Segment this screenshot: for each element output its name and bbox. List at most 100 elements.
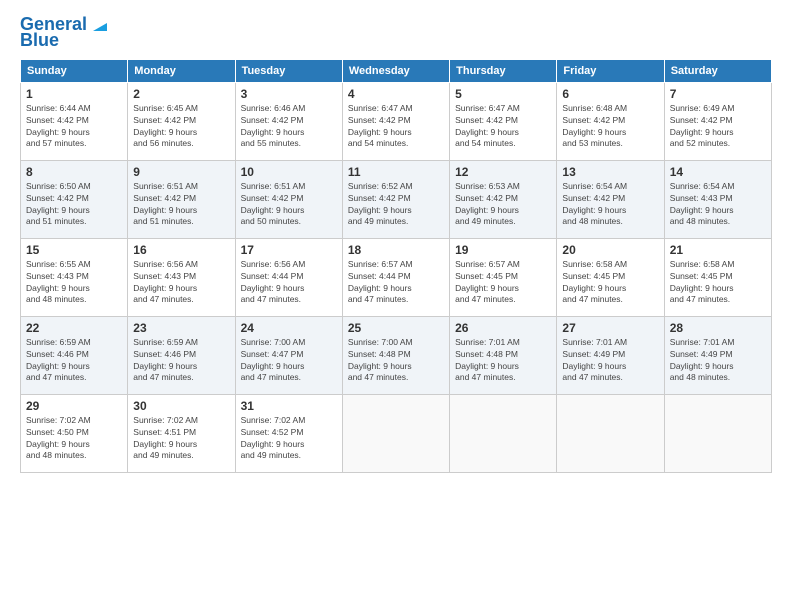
day-info: Sunrise: 7:02 AMSunset: 4:52 PMDaylight:… <box>241 415 337 463</box>
day-number: 12 <box>455 165 551 179</box>
day-info: Sunrise: 6:53 AMSunset: 4:42 PMDaylight:… <box>455 181 551 229</box>
calendar-header-cell: Monday <box>128 59 235 82</box>
calendar-week-row: 15 Sunrise: 6:55 AMSunset: 4:43 PMDaylig… <box>21 238 772 316</box>
day-number: 4 <box>348 87 444 101</box>
calendar-day-cell: 6 Sunrise: 6:48 AMSunset: 4:42 PMDayligh… <box>557 82 664 160</box>
day-info: Sunrise: 7:00 AMSunset: 4:48 PMDaylight:… <box>348 337 444 385</box>
calendar-day-cell: 18 Sunrise: 6:57 AMSunset: 4:44 PMDaylig… <box>342 238 449 316</box>
day-number: 5 <box>455 87 551 101</box>
calendar-day-cell: 30 Sunrise: 7:02 AMSunset: 4:51 PMDaylig… <box>128 394 235 472</box>
logo: General Blue <box>20 15 111 51</box>
day-number: 3 <box>241 87 337 101</box>
calendar-day-cell: 16 Sunrise: 6:56 AMSunset: 4:43 PMDaylig… <box>128 238 235 316</box>
calendar-day-cell: 22 Sunrise: 6:59 AMSunset: 4:46 PMDaylig… <box>21 316 128 394</box>
day-number: 28 <box>670 321 766 335</box>
day-number: 2 <box>133 87 229 101</box>
day-info: Sunrise: 6:59 AMSunset: 4:46 PMDaylight:… <box>26 337 122 385</box>
calendar-day-cell: 31 Sunrise: 7:02 AMSunset: 4:52 PMDaylig… <box>235 394 342 472</box>
day-info: Sunrise: 7:01 AMSunset: 4:49 PMDaylight:… <box>670 337 766 385</box>
day-number: 25 <box>348 321 444 335</box>
calendar-header-cell: Sunday <box>21 59 128 82</box>
day-number: 24 <box>241 321 337 335</box>
calendar-table: SundayMondayTuesdayWednesdayThursdayFrid… <box>20 59 772 473</box>
calendar-day-cell: 15 Sunrise: 6:55 AMSunset: 4:43 PMDaylig… <box>21 238 128 316</box>
calendar-day-cell: 21 Sunrise: 6:58 AMSunset: 4:45 PMDaylig… <box>664 238 771 316</box>
calendar-day-cell: 28 Sunrise: 7:01 AMSunset: 4:49 PMDaylig… <box>664 316 771 394</box>
day-info: Sunrise: 7:01 AMSunset: 4:49 PMDaylight:… <box>562 337 658 385</box>
calendar-day-cell: 4 Sunrise: 6:47 AMSunset: 4:42 PMDayligh… <box>342 82 449 160</box>
calendar-day-cell: 19 Sunrise: 6:57 AMSunset: 4:45 PMDaylig… <box>450 238 557 316</box>
day-info: Sunrise: 6:47 AMSunset: 4:42 PMDaylight:… <box>455 103 551 151</box>
day-number: 19 <box>455 243 551 257</box>
calendar-day-cell: 24 Sunrise: 7:00 AMSunset: 4:47 PMDaylig… <box>235 316 342 394</box>
day-info: Sunrise: 7:00 AMSunset: 4:47 PMDaylight:… <box>241 337 337 385</box>
day-number: 20 <box>562 243 658 257</box>
day-info: Sunrise: 6:54 AMSunset: 4:42 PMDaylight:… <box>562 181 658 229</box>
calendar-day-cell: 10 Sunrise: 6:51 AMSunset: 4:42 PMDaylig… <box>235 160 342 238</box>
calendar-day-cell: 23 Sunrise: 6:59 AMSunset: 4:46 PMDaylig… <box>128 316 235 394</box>
day-info: Sunrise: 6:52 AMSunset: 4:42 PMDaylight:… <box>348 181 444 229</box>
day-info: Sunrise: 6:44 AMSunset: 4:42 PMDaylight:… <box>26 103 122 151</box>
day-number: 30 <box>133 399 229 413</box>
day-info: Sunrise: 6:55 AMSunset: 4:43 PMDaylight:… <box>26 259 122 307</box>
day-info: Sunrise: 6:56 AMSunset: 4:44 PMDaylight:… <box>241 259 337 307</box>
calendar-day-cell <box>342 394 449 472</box>
day-number: 6 <box>562 87 658 101</box>
day-info: Sunrise: 6:51 AMSunset: 4:42 PMDaylight:… <box>241 181 337 229</box>
calendar-header-cell: Thursday <box>450 59 557 82</box>
day-info: Sunrise: 6:56 AMSunset: 4:43 PMDaylight:… <box>133 259 229 307</box>
day-number: 27 <box>562 321 658 335</box>
calendar-week-row: 22 Sunrise: 6:59 AMSunset: 4:46 PMDaylig… <box>21 316 772 394</box>
calendar-day-cell: 13 Sunrise: 6:54 AMSunset: 4:42 PMDaylig… <box>557 160 664 238</box>
day-info: Sunrise: 6:54 AMSunset: 4:43 PMDaylight:… <box>670 181 766 229</box>
calendar-day-cell: 29 Sunrise: 7:02 AMSunset: 4:50 PMDaylig… <box>21 394 128 472</box>
calendar-header-cell: Tuesday <box>235 59 342 82</box>
calendar-day-cell: 12 Sunrise: 6:53 AMSunset: 4:42 PMDaylig… <box>450 160 557 238</box>
day-number: 13 <box>562 165 658 179</box>
logo-text-blue: Blue <box>20 31 59 51</box>
calendar-header-cell: Wednesday <box>342 59 449 82</box>
page: General Blue SundayMondayTuesdayWednesda… <box>0 0 792 612</box>
calendar-day-cell: 20 Sunrise: 6:58 AMSunset: 4:45 PMDaylig… <box>557 238 664 316</box>
calendar-day-cell: 7 Sunrise: 6:49 AMSunset: 4:42 PMDayligh… <box>664 82 771 160</box>
calendar-header-cell: Saturday <box>664 59 771 82</box>
day-number: 11 <box>348 165 444 179</box>
calendar-day-cell <box>664 394 771 472</box>
day-number: 17 <box>241 243 337 257</box>
day-info: Sunrise: 6:50 AMSunset: 4:42 PMDaylight:… <box>26 181 122 229</box>
day-number: 1 <box>26 87 122 101</box>
day-info: Sunrise: 6:47 AMSunset: 4:42 PMDaylight:… <box>348 103 444 151</box>
day-number: 23 <box>133 321 229 335</box>
day-number: 21 <box>670 243 766 257</box>
calendar-day-cell: 26 Sunrise: 7:01 AMSunset: 4:48 PMDaylig… <box>450 316 557 394</box>
calendar-day-cell: 8 Sunrise: 6:50 AMSunset: 4:42 PMDayligh… <box>21 160 128 238</box>
calendar-header-row: SundayMondayTuesdayWednesdayThursdayFrid… <box>21 59 772 82</box>
day-info: Sunrise: 6:45 AMSunset: 4:42 PMDaylight:… <box>133 103 229 151</box>
calendar-day-cell: 17 Sunrise: 6:56 AMSunset: 4:44 PMDaylig… <box>235 238 342 316</box>
day-number: 7 <box>670 87 766 101</box>
day-number: 9 <box>133 165 229 179</box>
day-number: 10 <box>241 165 337 179</box>
calendar-day-cell: 5 Sunrise: 6:47 AMSunset: 4:42 PMDayligh… <box>450 82 557 160</box>
day-number: 18 <box>348 243 444 257</box>
day-number: 22 <box>26 321 122 335</box>
calendar-day-cell: 2 Sunrise: 6:45 AMSunset: 4:42 PMDayligh… <box>128 82 235 160</box>
calendar-week-row: 8 Sunrise: 6:50 AMSunset: 4:42 PMDayligh… <box>21 160 772 238</box>
calendar-day-cell: 25 Sunrise: 7:00 AMSunset: 4:48 PMDaylig… <box>342 316 449 394</box>
calendar-week-row: 29 Sunrise: 7:02 AMSunset: 4:50 PMDaylig… <box>21 394 772 472</box>
calendar-day-cell <box>557 394 664 472</box>
header: General Blue <box>20 15 772 51</box>
day-info: Sunrise: 6:57 AMSunset: 4:45 PMDaylight:… <box>455 259 551 307</box>
day-number: 15 <box>26 243 122 257</box>
calendar-day-cell: 1 Sunrise: 6:44 AMSunset: 4:42 PMDayligh… <box>21 82 128 160</box>
calendar-day-cell: 3 Sunrise: 6:46 AMSunset: 4:42 PMDayligh… <box>235 82 342 160</box>
day-info: Sunrise: 6:51 AMSunset: 4:42 PMDaylight:… <box>133 181 229 229</box>
day-info: Sunrise: 7:02 AMSunset: 4:50 PMDaylight:… <box>26 415 122 463</box>
calendar-day-cell <box>450 394 557 472</box>
day-info: Sunrise: 6:59 AMSunset: 4:46 PMDaylight:… <box>133 337 229 385</box>
logo-icon <box>89 13 111 35</box>
calendar-day-cell: 9 Sunrise: 6:51 AMSunset: 4:42 PMDayligh… <box>128 160 235 238</box>
day-number: 8 <box>26 165 122 179</box>
calendar-day-cell: 27 Sunrise: 7:01 AMSunset: 4:49 PMDaylig… <box>557 316 664 394</box>
day-info: Sunrise: 6:46 AMSunset: 4:42 PMDaylight:… <box>241 103 337 151</box>
